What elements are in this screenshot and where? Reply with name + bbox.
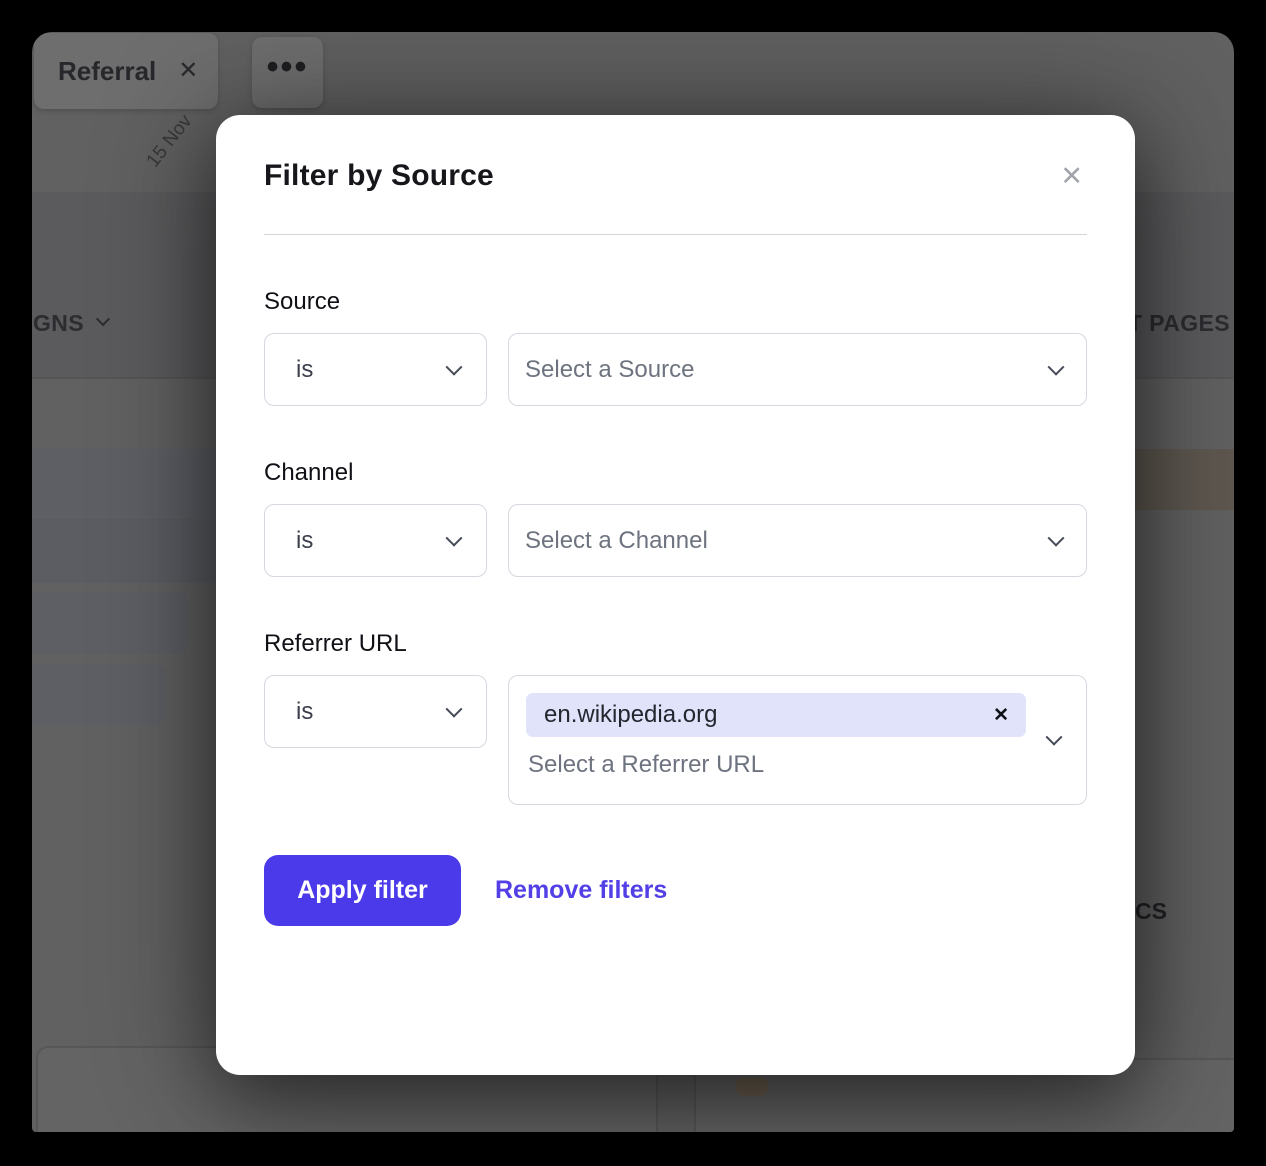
chevron-down-icon	[446, 358, 463, 375]
field-channel: Channel is Select a Channel	[264, 459, 1087, 577]
search-icon[interactable]	[1220, 56, 1234, 96]
referrer-url-row: is en.wikipedia.org ✕ Select a Referrer …	[264, 675, 1087, 805]
modal-header: Filter by Source ✕	[264, 159, 1087, 193]
chevron-down-icon	[1048, 529, 1065, 546]
remove-tag-icon[interactable]: ✕	[993, 706, 1009, 725]
referrer-url-label: Referrer URL	[264, 630, 1087, 658]
chevron-down-icon	[1046, 729, 1063, 746]
table-row	[32, 663, 165, 725]
source-placeholder: Select a Source	[525, 356, 694, 384]
source-value-select[interactable]: Select a Source	[508, 333, 1087, 406]
field-source: Source is Select a Source	[264, 288, 1087, 406]
referrer-placeholder: Select a Referrer URL	[528, 751, 1062, 779]
modal-title: Filter by Source	[264, 159, 494, 193]
modal-actions: Apply filter Remove filters	[264, 855, 1087, 926]
channel-label: Channel	[264, 459, 1087, 487]
section-heading-partial: CS	[1135, 898, 1167, 925]
channel-value-select[interactable]: Select a Channel	[508, 504, 1087, 577]
source-label: Source	[264, 288, 1087, 316]
modal-divider	[264, 234, 1087, 235]
ellipsis-icon: •••	[267, 48, 309, 87]
apply-filter-button[interactable]: Apply filter	[264, 855, 461, 926]
screenshot-stage: Referral ✕ ••• 15 Nov GNS T PAGES CS	[0, 0, 1266, 1166]
referrer-operator-value: is	[296, 698, 313, 726]
channel-operator-select[interactable]: is	[264, 504, 487, 577]
filter-by-source-modal: Filter by Source ✕ Source is Select a So…	[216, 115, 1135, 1075]
selected-referrer-value: en.wikipedia.org	[544, 701, 717, 729]
chart-date-tick-label: 15 Nov	[143, 111, 197, 172]
channel-operator-value: is	[296, 527, 313, 555]
legend-dot	[736, 1078, 768, 1096]
chevron-down-icon	[1048, 358, 1065, 375]
chevron-down-icon	[96, 312, 110, 326]
source-operator-value: is	[296, 356, 313, 384]
tab-referral[interactable]: Referral ✕	[34, 33, 218, 109]
campaigns-header-dropdown[interactable]: GNS	[33, 310, 108, 337]
campaigns-header-label: GNS	[33, 310, 84, 337]
source-operator-select[interactable]: is	[264, 333, 487, 406]
close-icon[interactable]: ✕	[1056, 161, 1087, 192]
channel-placeholder: Select a Channel	[525, 527, 708, 555]
referrer-operator-select[interactable]: is	[264, 675, 487, 748]
field-referrer-url: Referrer URL is en.wikipedia.org ✕ Selec…	[264, 630, 1087, 805]
chevron-down-icon	[446, 700, 463, 717]
exit-pages-header-label: T PAGES	[1128, 310, 1230, 336]
table-row-highlighted	[1135, 449, 1234, 510]
chevron-down-icon	[446, 529, 463, 546]
source-row: is Select a Source	[264, 333, 1087, 406]
channel-row: is Select a Channel	[264, 504, 1087, 577]
tab-referral-label: Referral	[58, 56, 156, 87]
tab-close-icon[interactable]: ✕	[178, 59, 198, 83]
more-options-button[interactable]: •••	[252, 37, 323, 108]
table-row	[32, 592, 188, 654]
exit-pages-header: T PAGES	[1128, 310, 1230, 337]
selected-referrer-tag: en.wikipedia.org ✕	[526, 693, 1026, 737]
referrer-value-combobox[interactable]: en.wikipedia.org ✕ Select a Referrer URL	[508, 675, 1087, 805]
remove-filters-link[interactable]: Remove filters	[495, 876, 667, 905]
